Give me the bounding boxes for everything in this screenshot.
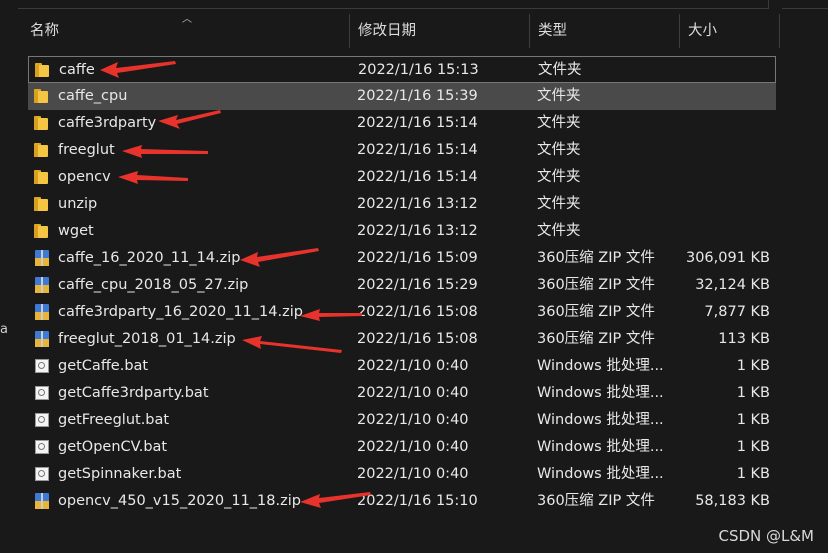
annotation-arrow [242, 336, 342, 353]
annotation-arrow [118, 171, 188, 184]
annotation-arrows [100, 61, 371, 508]
annotation-arrow [300, 309, 362, 321]
annotation-arrow [240, 248, 319, 267]
annotation-arrow [100, 61, 176, 78]
annotation-arrow [158, 110, 221, 129]
annotation-arrow [122, 145, 208, 158]
annotation-arrow [300, 492, 371, 508]
watermark: CSDN @L&M [718, 527, 814, 545]
